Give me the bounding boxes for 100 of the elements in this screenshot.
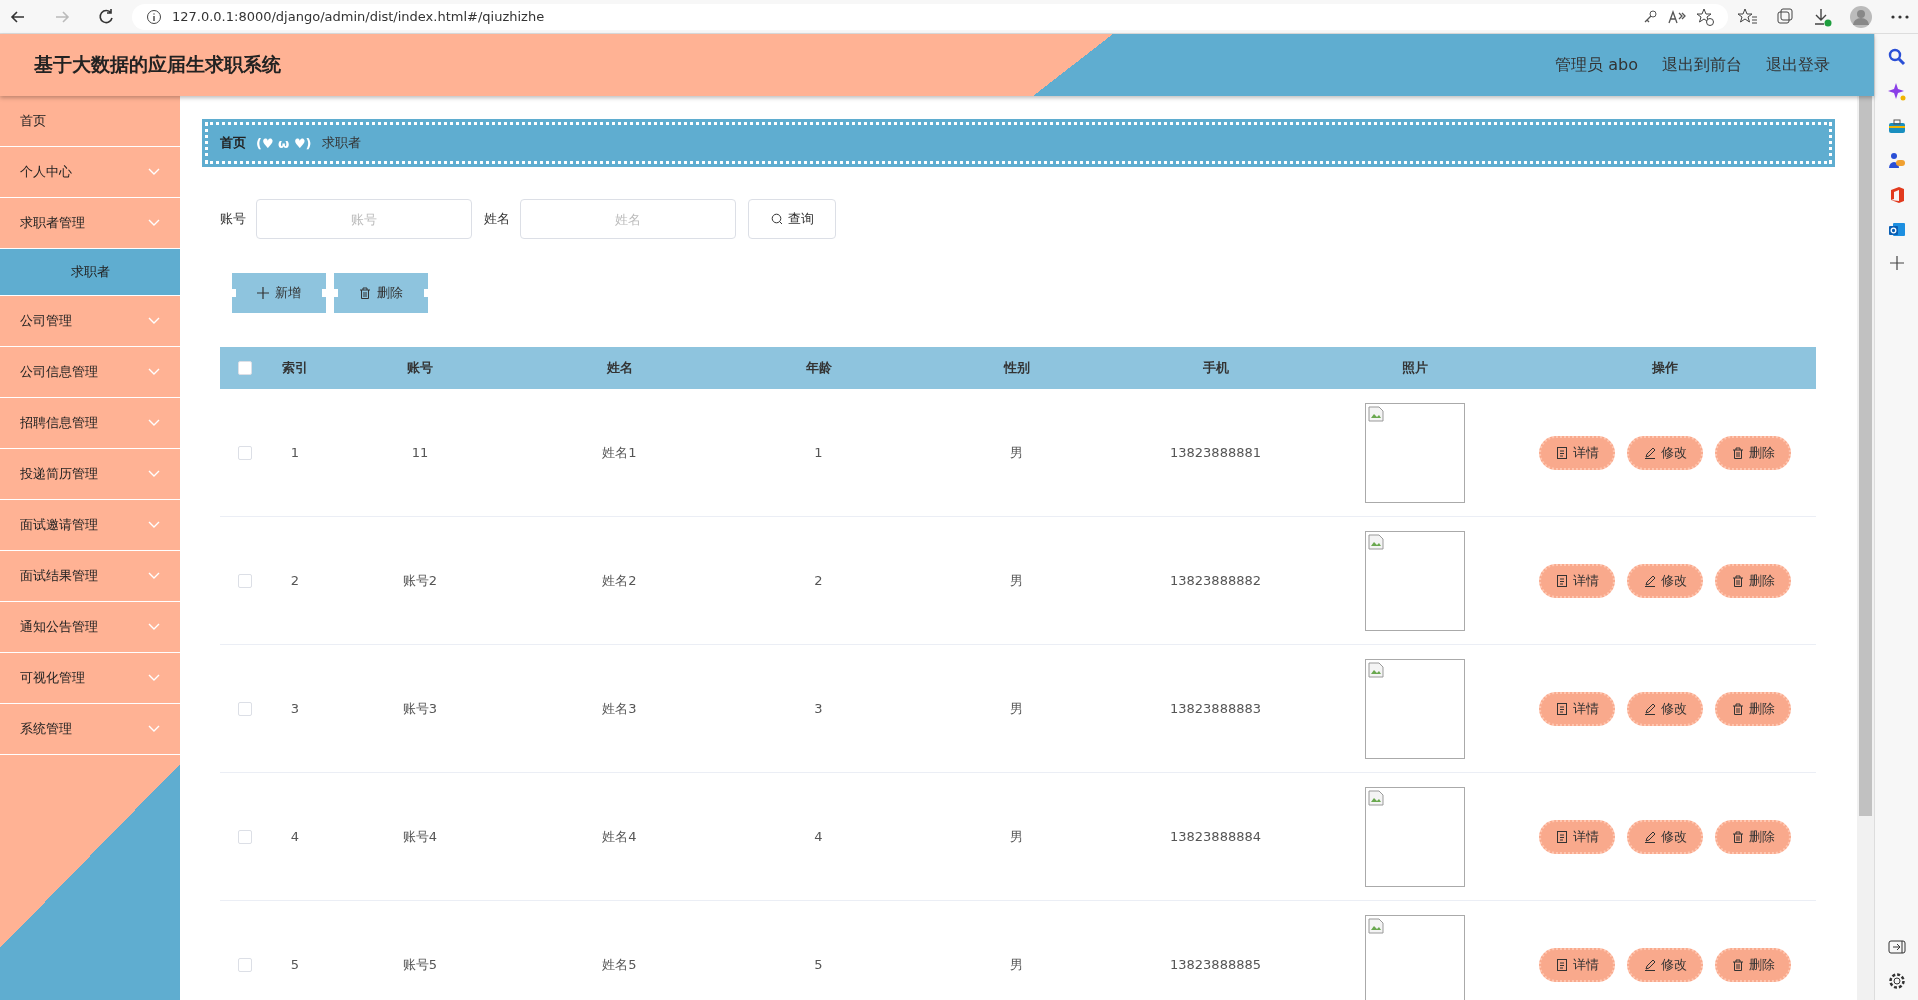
chevron-down-icon [148,419,160,427]
mail-icon[interactable] [1887,221,1906,239]
table-cell-text: 2 [289,573,301,588]
edit-button[interactable]: 修改 [1627,563,1703,598]
search-icon[interactable] [1887,48,1906,66]
pencil-icon [1643,702,1656,715]
submenu-item[interactable]: 求职者 [0,249,180,296]
read-aloud-icon[interactable] [1668,8,1686,25]
favorites-icon[interactable] [1738,7,1758,26]
table-cell-text: 5 [813,957,824,972]
search-field[interactable]: 账号 [256,199,472,239]
table-cell-text: 姓名1 [601,443,638,462]
menu-item[interactable]: 系统管理 [0,704,180,755]
table-cell-text: 5 [289,957,301,972]
trash-icon [1731,574,1744,587]
table-cell-text: 13823888884 [1169,829,1262,844]
row-checkbox[interactable] [238,829,252,844]
row-checkbox[interactable] [238,573,252,588]
menu-item[interactable]: 通知公告管理 [0,602,180,653]
address-bar[interactable]: 127.0.0.1:8000/django/admin/dist/index.html#/qiuzhizhe [132,3,1728,30]
document-icon [1555,702,1568,715]
detail-button[interactable]: 详情 [1539,947,1615,982]
table-cell-text: 3 [289,701,301,716]
menu-item[interactable]: 面试邀请管理 [0,500,180,551]
app-title: 基于大数据的应届生求职系统 [34,52,281,77]
menu-item[interactable]: 公司信息管理 [0,347,180,398]
collections-icon[interactable] [1776,7,1794,26]
table-cell-text: 男 [1009,827,1024,846]
delete-button[interactable]: 删除 [1715,947,1791,982]
scrollbar-thumb[interactable] [1859,96,1872,816]
more-icon[interactable] [1890,13,1910,20]
game-icon[interactable] [1887,151,1906,169]
edit-button[interactable]: 修改 [1627,435,1703,470]
table-cell-text: 1 [813,445,824,460]
row-checkbox[interactable] [238,957,252,972]
office-icon[interactable] [1888,186,1905,204]
column-header: 性别 [1002,359,1031,377]
delete-button[interactable]: 删除 [1715,563,1791,598]
detail-button[interactable]: 详情 [1539,563,1615,598]
column-header: 手机 [1201,359,1230,377]
sparkle-icon[interactable] [1887,83,1906,101]
menu-item[interactable]: 个人中心 [0,147,180,198]
menu-item[interactable]: 首页 [0,96,180,147]
header-link[interactable]: 管理员 abo [1555,54,1638,76]
edit-button[interactable]: 修改 [1627,691,1703,726]
pencil-icon [1643,958,1656,971]
menu-item[interactable]: 面试结果管理 [0,551,180,602]
detail-button[interactable]: 详情 [1539,691,1615,726]
menu-item[interactable]: 可视化管理 [0,653,180,704]
chevron-down-icon [148,674,160,682]
table-cell-text: 账号2 [401,571,439,590]
header-link[interactable]: 退出登录 [1766,54,1830,76]
table-cell-text: 3 [813,701,824,716]
table-cell-text: 姓名5 [601,955,638,974]
info-icon [146,8,162,25]
delete-button[interactable]: 删除 [1715,819,1791,854]
table-cell-text: 11 [410,445,430,460]
header-link[interactable]: 退出到前台 [1662,54,1742,76]
detail-button[interactable]: 详情 [1539,819,1615,854]
edit-button[interactable]: 修改 [1627,947,1703,982]
chevron-down-icon [148,623,160,631]
pencil-icon [1643,446,1656,459]
detail-button[interactable]: 详情 [1539,435,1615,470]
download-icon[interactable] [1812,6,1832,27]
document-icon [1555,446,1568,459]
column-header: 照片 [1401,359,1429,377]
document-icon [1555,958,1568,971]
scrollbar[interactable] [1857,96,1874,1000]
edit-button[interactable]: 修改 [1627,819,1703,854]
trash-icon [1731,702,1744,715]
table-cell-text: 账号5 [401,955,439,974]
table-cell-text: 姓名4 [601,827,638,846]
search-button[interactable]: 查询 [748,199,836,239]
add-icon[interactable] [1889,256,1904,270]
row-checkbox[interactable] [238,701,252,716]
table-cell-text: 2 [813,573,824,588]
delete-button[interactable]: 删除 [1715,691,1791,726]
settings-icon[interactable] [1887,972,1906,990]
key-icon[interactable] [1642,8,1658,25]
menu-item[interactable]: 公司管理 [0,296,180,347]
star-plus-icon[interactable] [1696,7,1714,26]
breadcrumb-separator: (♥ ω ♥) [256,135,312,151]
toolbox-icon[interactable] [1887,118,1906,134]
field-label: 账号 [220,210,246,228]
trash-icon [1731,830,1744,843]
trash-icon [1731,446,1744,459]
search-field[interactable]: 姓名 [520,199,736,239]
table-cell-text: 男 [1009,571,1024,590]
breadcrumb-link[interactable]: 首页 [220,134,246,152]
row-checkbox[interactable] [238,445,252,460]
sidebar-toggle-icon[interactable] [1887,939,1906,955]
select-all-checkbox[interactable] [238,361,252,375]
delete-button[interactable]: 删除 [1715,435,1791,470]
chevron-down-icon [148,219,160,227]
table-cell-text: 13823888881 [1169,445,1262,460]
search-icon [770,213,783,225]
menu-item[interactable]: 招聘信息管理 [0,398,180,449]
avatar-icon[interactable] [1850,5,1872,28]
menu-item[interactable]: 投递简历管理 [0,449,180,500]
trash-icon [359,287,371,299]
